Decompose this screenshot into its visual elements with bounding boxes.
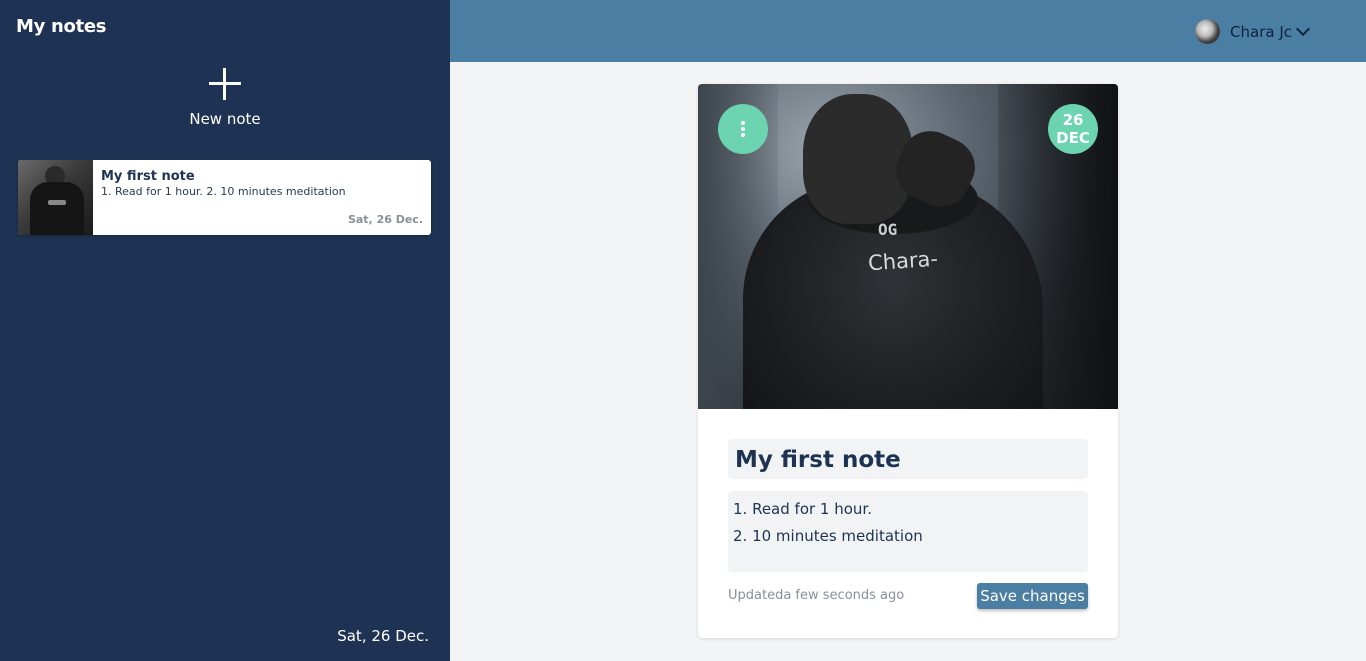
plus-icon [209,68,241,100]
sidebar-footer-date: Sat, 26 Dec. [337,627,429,645]
note-item-title: My first note [101,169,195,184]
note-list-item[interactable]: My first note 1. Read for 1 hour. 2. 10 … [18,160,431,235]
image-jacket-text: Chara- [867,246,939,276]
note-item-preview: 1. Read for 1 hour. 2. 10 minutes medita… [101,185,346,198]
user-name: Chara Jc [1230,22,1292,41]
note-info: My first note 1. Read for 1 hour. 2. 10 … [93,160,431,235]
note-body-line: 1. Read for 1 hour. [733,500,872,518]
note-body-textarea[interactable]: 1. Read for 1 hour. 2. 10 minutes medita… [728,491,1088,572]
date-badge: 26 DEC [1048,104,1098,154]
save-button[interactable]: Save changes [977,583,1088,609]
top-bar: Chara Jc [450,0,1366,62]
chevron-down-icon [1295,21,1311,37]
updated-status: Updateda few seconds ago [728,588,905,603]
sidebar: My notes New note My first note 1. Read … [0,0,450,661]
avatar [1195,19,1221,44]
note-thumbnail [18,160,93,235]
badge-day: 26 [1062,111,1084,129]
note-item-date: Sat, 26 Dec. [347,213,423,226]
sidebar-title: My notes [16,16,107,37]
badge-month: DEC [1056,129,1090,147]
more-vertical-icon[interactable] [718,104,768,154]
note-title-input[interactable]: My first note [728,439,1088,479]
note-body-line: 2. 10 minutes meditation [733,527,923,545]
user-menu[interactable]: Chara Jc [1195,19,1311,44]
note-editor-card: OG Chara- 26 DEC My first note 1. Read f… [698,84,1118,638]
new-note-label: New note [189,110,261,128]
new-note-button[interactable]: New note [0,68,450,128]
